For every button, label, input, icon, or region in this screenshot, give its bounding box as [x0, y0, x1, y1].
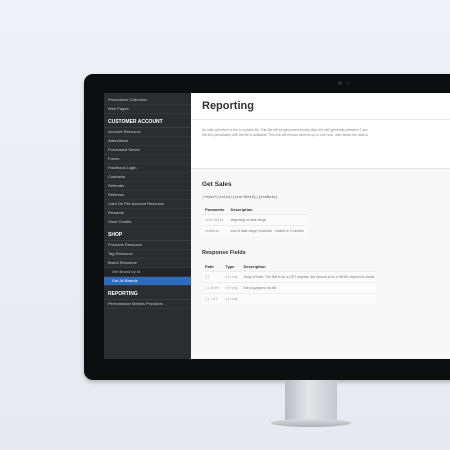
response-desc [240, 293, 378, 304]
param-desc: beginning of date range [227, 214, 307, 226]
sidebar-nav: Promotions Collection Web Pages CUSTOMER… [104, 93, 191, 359]
param-name: startDate [202, 214, 228, 226]
response-header-description: Description [243, 264, 266, 269]
param-header-description: Description [230, 207, 253, 212]
table-row: endDate end of date range (inclusive - l… [202, 225, 307, 236]
sidebar-item-rewards[interactable]: Rewards [104, 209, 191, 218]
sidebar-item-referrals[interactable]: Referrals [104, 182, 191, 191]
sidebar-section-customer-account: CUSTOMER ACCOUNT [104, 117, 191, 128]
sidebar-section-reporting: REPORTING [104, 289, 191, 300]
sidebar-item-promotions-collection[interactable]: Promotions Collection [104, 96, 191, 105]
response-type: string [222, 293, 241, 304]
param-name: endDate [202, 225, 228, 236]
param-desc: end of date range (inclusive - limited t… [227, 225, 307, 236]
monitor-stand-base [271, 419, 351, 427]
sidebar-item-products-resource[interactable]: Products Resource [104, 241, 191, 250]
sidebar-item-tag-resource[interactable]: Tag Resource [104, 250, 191, 259]
response-type: string [222, 282, 241, 294]
parameters-table: Parameter Description startDate beginnin… [202, 205, 307, 236]
screen: Promotions Collection Web Pages CUSTOMER… [104, 93, 450, 359]
sidebar-item-performance-metrics[interactable]: Performance Metrics Providers [104, 300, 191, 309]
get-sales-heading: Get Sales [202, 181, 232, 188]
sidebar-item-attendance[interactable]: Attendance [104, 137, 191, 146]
sidebar-item-referees[interactable]: Referees [104, 191, 191, 200]
response-type: string [222, 271, 241, 283]
table-row: startDate beginning of date range [202, 214, 307, 226]
sidebar-subitem-get-brand-by-id[interactable]: Get Brand by Id [104, 268, 191, 277]
sidebar-item-facebook-login[interactable]: Facebook Login [104, 164, 191, 173]
sidebar-item-forms[interactable]: Forms [104, 155, 191, 164]
table-row: [] string Array of links. The first is f… [202, 271, 378, 283]
sidebar-item-contracts[interactable]: Contracts [104, 173, 191, 182]
response-header-type: Type [225, 264, 235, 269]
response-path: [].href [202, 282, 223, 294]
table-row: [].href string link to gzipped csv file [202, 282, 378, 294]
response-header-path: Path [205, 264, 214, 269]
sidebar-item-purchased-series[interactable]: Purchased Series [104, 146, 191, 155]
sidebar-item-store-credits[interactable]: Store Credits [104, 218, 191, 227]
intro-text: As calls will return a link to a static … [191, 120, 450, 169]
sidebar-item-brand-resource[interactable]: Brand Resource [104, 259, 191, 268]
intro-line-2: the link periodically until the file is … [202, 133, 368, 137]
sidebar-section-shop: SHOP [104, 230, 191, 241]
response-desc: Array of links. The first is for a GET r… [240, 271, 378, 283]
table-row: [].rel string [202, 293, 378, 304]
page-title: Reporting [191, 93, 450, 120]
response-fields-table: Path Type Description [] string Array of… [202, 262, 378, 304]
sidebar-item-web-pages[interactable]: Web Pages [104, 105, 191, 114]
monitor-stand-neck [285, 380, 337, 422]
sidebar-item-account-resource[interactable]: Account Resource [104, 128, 191, 137]
sidebar-item-card-on-file[interactable]: Card On File Account Resource [104, 200, 191, 209]
main-content: Reporting As calls will return a link to… [191, 93, 450, 359]
param-header-parameter: Parameter [205, 207, 225, 212]
camera-dot [338, 81, 342, 85]
sidebar-subitem-get-all-brands[interactable]: Get All Brands [104, 277, 191, 286]
response-path: [].rel [202, 293, 223, 304]
camera-sensor [346, 82, 349, 85]
response-path: [] [202, 271, 223, 283]
response-desc: link to gzipped csv file [240, 282, 378, 294]
